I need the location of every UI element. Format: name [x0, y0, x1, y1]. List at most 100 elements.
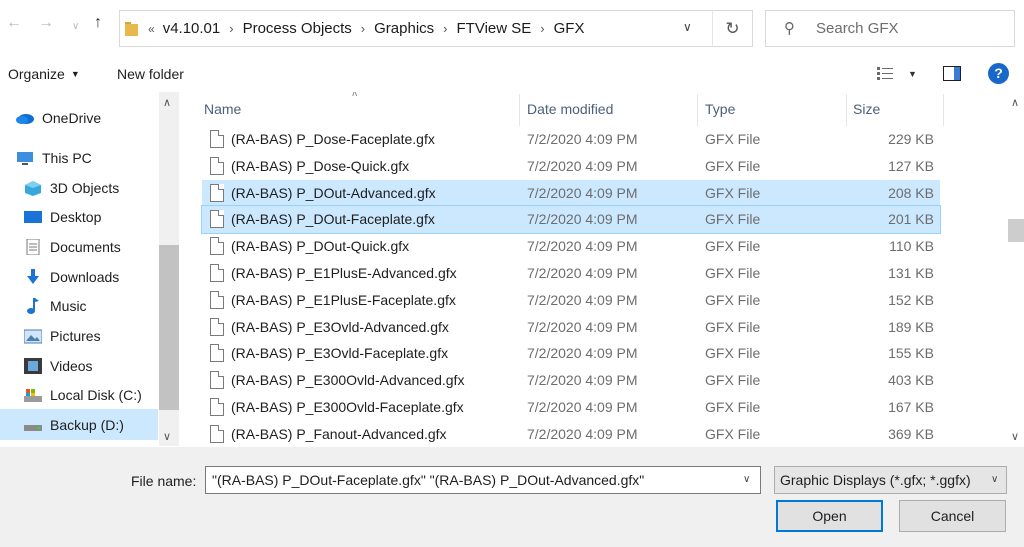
column-header-name[interactable]: Name: [204, 92, 241, 126]
nav-item-videos[interactable]: Videos: [24, 352, 93, 380]
breadcrumb-item[interactable]: FTView SE: [457, 20, 532, 37]
nav-item-downloads[interactable]: Downloads: [24, 263, 119, 291]
documents-icon: [26, 239, 40, 255]
preview-pane-icon[interactable]: [943, 66, 961, 81]
help-icon[interactable]: ?: [988, 63, 1009, 84]
file-row[interactable]: (RA-BAS) P_DOut-Quick.gfx 7/2/2020 4:09 P…: [202, 233, 940, 260]
scroll-down-icon[interactable]: ∨: [1011, 430, 1019, 443]
file-row[interactable]: (RA-BAS) P_E300Ovld-Faceplate.gfx 7/2/202…: [202, 394, 940, 421]
caret-down-icon: ▼: [70, 69, 80, 79]
scroll-up-icon[interactable]: ∧: [163, 96, 171, 109]
file-row[interactable]: (RA-BAS) P_Fanout-Advanced.gfx 7/2/2020 4…: [202, 421, 940, 446]
breadcrumb-separator-icon[interactable]: ›: [443, 21, 447, 36]
breadcrumb-item[interactable]: GFX: [554, 20, 585, 37]
file-size: 201 KB: [888, 211, 934, 228]
column-header-date[interactable]: Date modified: [527, 92, 613, 126]
view-dropdown-icon[interactable]: ▼: [908, 69, 917, 79]
file-date: 7/2/2020 4:09 PM: [527, 425, 638, 442]
file-size: 229 KB: [888, 131, 934, 147]
nav-item-backup[interactable]: Backup (D:): [24, 411, 124, 439]
column-divider[interactable]: [519, 94, 520, 126]
file-row[interactable]: (RA-BAS) P_Dose-Faceplate.gfx 7/2/2020 4:…: [202, 126, 940, 153]
up-arrow-icon[interactable]: ↑: [94, 14, 102, 32]
file-type-dropdown-icon[interactable]: ∨: [991, 474, 998, 485]
nav-item-local-disk[interactable]: Local Disk (C:): [24, 381, 142, 409]
file-date: 7/2/2020 4:09 PM: [527, 291, 638, 308]
file-row[interactable]: (RA-BAS) P_DOut-Advanced.gfx 7/2/2020 4:0…: [202, 179, 940, 207]
column-header-type[interactable]: Type: [705, 92, 735, 126]
downloads-icon: [27, 269, 39, 284]
file-row[interactable]: (RA-BAS) P_DOut-Faceplate.gfx 7/2/2020 4:…: [201, 205, 941, 235]
file-type: GFX File: [705, 265, 761, 281]
nav-item-onedrive[interactable]: OneDrive: [16, 104, 101, 132]
forward-arrow-icon[interactable]: →: [38, 14, 54, 32]
column-header-size[interactable]: Size: [853, 92, 880, 126]
file-type-select[interactable]: Graphic Displays (*.gfx; *.ggfx): [774, 466, 1007, 494]
view-options-icon[interactable]: [877, 67, 893, 80]
nav-item-documents[interactable]: Documents: [24, 233, 121, 261]
scroll-down-icon[interactable]: ∨: [163, 430, 171, 443]
nav-item-music[interactable]: Music: [24, 292, 87, 320]
nav-item-this-pc[interactable]: This PC: [16, 144, 92, 172]
overflow-chevron-icon[interactable]: «: [148, 22, 155, 36]
file-name: (RA-BAS) P_Dose-Quick.gfx: [231, 157, 410, 174]
new-folder-button[interactable]: New folder: [117, 66, 184, 82]
file-row[interactable]: (RA-BAS) P_E3Ovld-Advanced.gfx 7/2/2020 4…: [202, 314, 940, 341]
scroll-up-icon[interactable]: ∧: [1011, 96, 1019, 109]
file-size: 110 KB: [889, 238, 934, 255]
column-divider[interactable]: [697, 94, 698, 126]
file-name: (RA-BAS) P_E1PlusE-Advanced.gfx: [231, 265, 457, 281]
file-name-dropdown-icon[interactable]: ∨: [743, 474, 750, 485]
column-divider[interactable]: [943, 94, 944, 126]
address-dropdown-icon[interactable]: ∨: [683, 20, 692, 34]
file-date: 7/2/2020 4:09 PM: [527, 157, 638, 174]
file-row[interactable]: (RA-BAS) P_E300Ovld-Advanced.gfx 7/2/2020…: [202, 367, 940, 394]
file-icon: [210, 130, 224, 148]
file-type: GFX File: [705, 345, 761, 362]
back-arrow-icon[interactable]: ←: [6, 14, 22, 32]
breadcrumb-item[interactable]: Process Objects: [243, 20, 352, 37]
refresh-icon[interactable]: ↻: [712, 10, 752, 47]
breadcrumb-item[interactable]: v4.10.01: [163, 20, 221, 37]
file-open-dialog: ← → ∨ ↑ « v4.10.01 › Process Objects › G…: [0, 0, 1024, 547]
nav-item-label: 3D Objects: [50, 180, 120, 196]
breadcrumb-separator-icon[interactable]: ›: [361, 21, 365, 36]
music-icon: [27, 298, 39, 314]
drive-icon: [24, 425, 42, 431]
pc-icon: [17, 152, 33, 165]
file-icon: [210, 156, 224, 175]
file-type: GFX File: [705, 184, 761, 201]
file-row[interactable]: (RA-BAS) P_E3Ovld-Faceplate.gfx 7/2/2020 …: [202, 340, 940, 367]
file-size: 167 KB: [888, 399, 934, 415]
nav-item-desktop[interactable]: Desktop: [24, 203, 101, 231]
organize-button[interactable]: Organize ▼: [8, 66, 80, 82]
nav-item-pictures[interactable]: Pictures: [24, 322, 101, 350]
breadcrumb-separator-icon[interactable]: ›: [540, 21, 544, 36]
file-row[interactable]: (RA-BAS) P_Dose-Quick.gfx 7/2/2020 4:09 P…: [202, 153, 940, 180]
search-box[interactable]: ⚲ Search GFX: [765, 10, 1015, 47]
list-scrollbar[interactable]: [1006, 92, 1024, 446]
sort-ascending-icon: ∧: [351, 92, 359, 99]
nav-scrollbar-thumb[interactable]: [159, 245, 179, 410]
file-name: (RA-BAS) P_Dose-Faceplate.gfx: [231, 131, 435, 147]
file-icon: [210, 290, 224, 309]
open-button[interactable]: Open: [776, 500, 883, 532]
desktop-icon: [24, 211, 42, 223]
breadcrumb-separator-icon[interactable]: ›: [229, 21, 233, 36]
nav-item-label: Backup (D:): [50, 417, 124, 433]
recent-locations-chevron-icon[interactable]: ∨: [72, 18, 79, 36]
file-date: 7/2/2020 4:09 PM: [527, 345, 638, 362]
file-row[interactable]: (RA-BAS) P_E1PlusE-Faceplate.gfx 7/2/2020…: [202, 287, 940, 314]
address-bar[interactable]: « v4.10.01 › Process Objects › Graphics …: [119, 10, 753, 47]
search-input[interactable]: Search GFX: [816, 20, 899, 37]
file-name-input[interactable]: "(RA-BAS) P_DOut-Faceplate.gfx" "(RA-BAS…: [205, 466, 761, 494]
file-icon: [210, 424, 224, 443]
list-scrollbar-thumb[interactable]: [1008, 219, 1024, 242]
file-row[interactable]: (RA-BAS) P_E1PlusE-Advanced.gfx 7/2/2020 …: [202, 260, 940, 287]
nav-item-3d-objects[interactable]: 3D Objects: [24, 174, 119, 202]
search-icon: ⚲: [784, 20, 795, 37]
breadcrumb-item[interactable]: Graphics: [374, 20, 434, 37]
cancel-button[interactable]: Cancel: [899, 500, 1006, 532]
column-divider[interactable]: [846, 94, 847, 126]
local-disk-icon: [24, 389, 42, 402]
